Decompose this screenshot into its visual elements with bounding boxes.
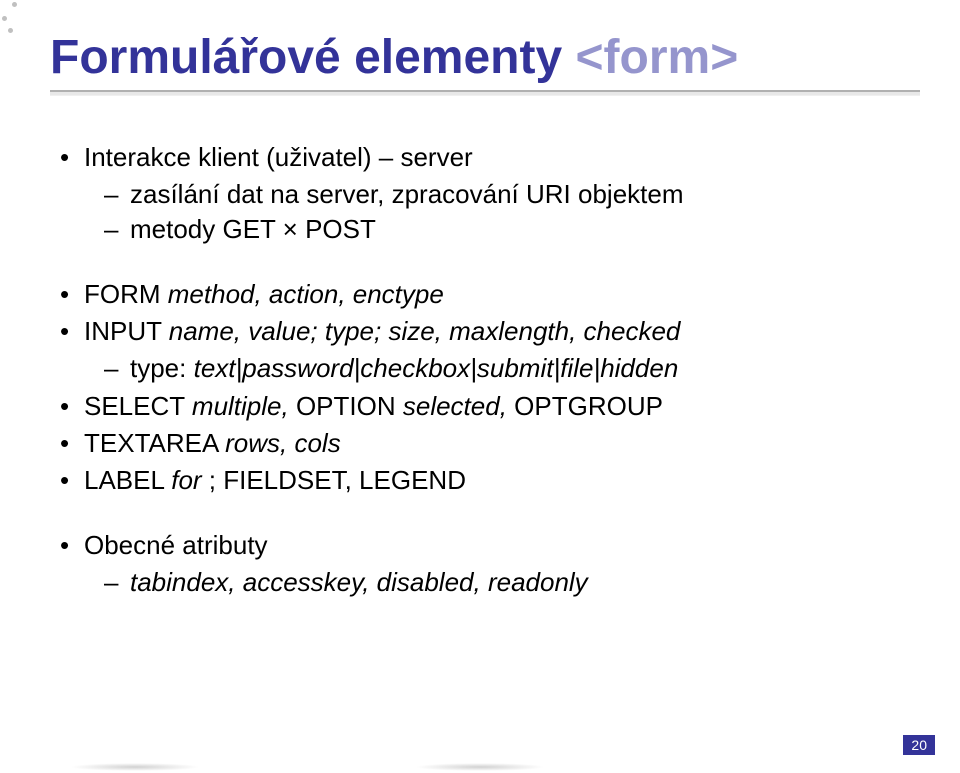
bullet-select: SELECT multiple, OPTION selected, OPTGRO…	[60, 389, 910, 424]
bullet-form: FORM method, action, enctype	[60, 277, 910, 312]
attrs: name, value; type; size, maxlength, chec…	[169, 316, 681, 346]
bullet-interaction: Interakce klient (uživatel) – server zas…	[60, 140, 910, 247]
title-wrap: Formulářové elementy <form>	[50, 0, 910, 95]
shadow-decoration	[415, 763, 545, 771]
title-code: <form>	[576, 31, 739, 84]
corner-dots	[2, 2, 32, 32]
sub-send-data: zasílání dat na server, zpracování URI o…	[104, 177, 910, 212]
sub-input-type: type: text|password|checkbox|submit|file…	[104, 351, 910, 386]
bullet-input: INPUT name, value; type; size, maxlength…	[60, 314, 910, 386]
text: Interakce klient (uživatel) – server	[84, 142, 473, 172]
bullet-textarea: TEXTAREA rows, cols	[60, 426, 910, 461]
bullet-list: Interakce klient (uživatel) – server zas…	[60, 140, 910, 600]
sub-general-attrs: tabindex, accesskey, disabled, readonly	[104, 565, 910, 600]
page-number: 20	[903, 735, 935, 755]
tag: FORM	[84, 279, 168, 309]
content: Interakce klient (uživatel) – server zas…	[50, 95, 910, 600]
title-plain: Formulářové elementy	[50, 31, 576, 84]
attrs: method, action, enctype	[168, 279, 444, 309]
slide: Formulářové elementy <form> Interakce kl…	[0, 0, 960, 773]
tag: INPUT	[84, 316, 169, 346]
bullet-label: LABEL for ; FIELDSET, LEGEND	[60, 463, 910, 498]
bullet-general-attrs: Obecné atributy tabindex, accesskey, dis…	[60, 528, 910, 600]
shadow-decoration	[70, 763, 200, 771]
sub-methods: metody GET × POST	[104, 212, 910, 247]
